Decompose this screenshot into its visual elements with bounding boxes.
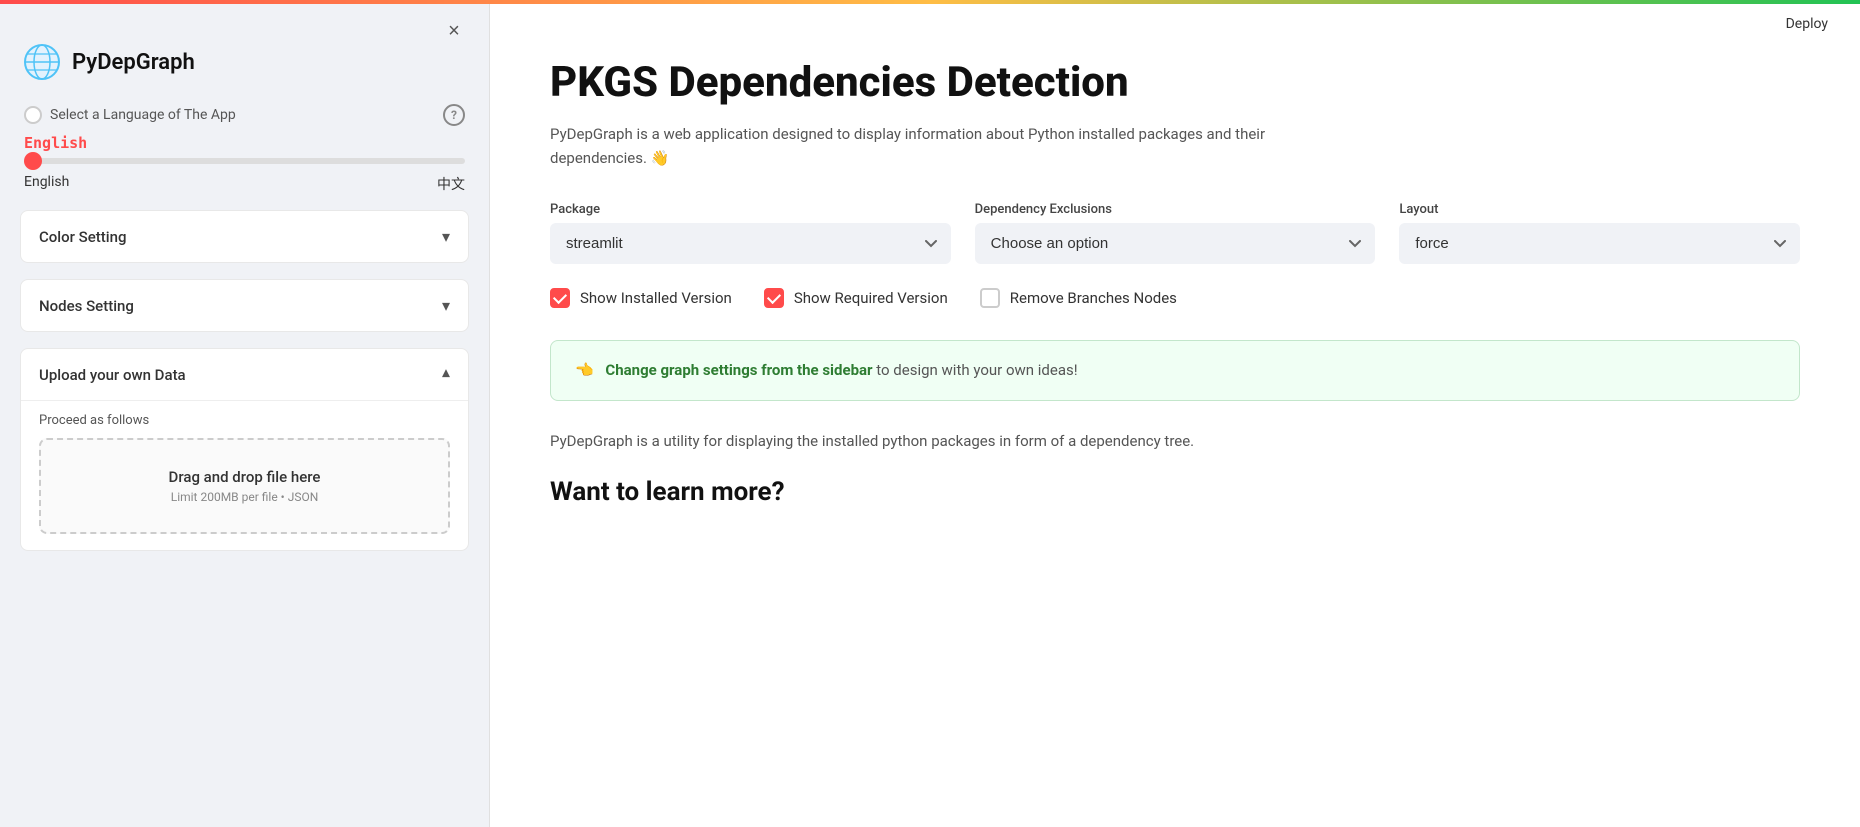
info-box-bold: Change graph settings from the sidebar bbox=[605, 361, 872, 379]
lang-option-english[interactable]: English bbox=[24, 174, 69, 194]
language-options-row: English 中文 bbox=[24, 174, 465, 194]
accordion-upload-data: Upload your own Data ▾ Proceed as follow… bbox=[20, 348, 469, 551]
accordion-color-setting-header[interactable]: Color Setting ▾ bbox=[21, 211, 468, 262]
language-slider-thumb[interactable] bbox=[24, 152, 42, 170]
lang-circle-icon bbox=[24, 106, 42, 124]
package-group: Package streamlit numpy pandas requests bbox=[550, 202, 951, 264]
exclusions-group: Dependency Exclusions Choose an option bbox=[975, 202, 1376, 264]
remove-branches-label: Remove Branches Nodes bbox=[1010, 289, 1177, 307]
upload-zone[interactable]: Drag and drop file here Limit 200MB per … bbox=[39, 438, 450, 534]
main-content: Deploy PKGS Dependencies Detection PyDep… bbox=[490, 0, 1860, 827]
accordion-upload-data-label: Upload your own Data bbox=[39, 366, 186, 384]
hand-emoji: 👈 bbox=[575, 361, 594, 379]
language-selected: English bbox=[24, 134, 465, 152]
lang-option-chinese[interactable]: 中文 bbox=[437, 174, 465, 194]
layout-group: Layout force cose grid circle bbox=[1399, 202, 1800, 264]
upload-title: Drag and drop file here bbox=[61, 468, 428, 486]
show-installed-checkbox-item[interactable]: Show Installed Version bbox=[550, 288, 732, 308]
layout-label: Layout bbox=[1399, 202, 1800, 217]
accordion-upload-data-header[interactable]: Upload your own Data ▾ bbox=[21, 349, 468, 400]
proceed-text: Proceed as follows bbox=[39, 413, 450, 428]
sidebar-header: PyDepGraph bbox=[0, 4, 489, 104]
globe-icon bbox=[24, 44, 60, 80]
main-subtitle: Want to learn more? bbox=[550, 477, 1800, 507]
accordion-nodes-setting-header[interactable]: Nodes Setting ▾ bbox=[21, 280, 468, 331]
main-body-text: PyDepGraph is a utility for displaying t… bbox=[550, 429, 1350, 453]
accordion-upload-data-body: Proceed as follows Drag and drop file he… bbox=[21, 400, 468, 550]
accordion-color-setting-label: Color Setting bbox=[39, 228, 126, 246]
form-row: Package streamlit numpy pandas requests … bbox=[550, 202, 1800, 264]
close-button[interactable]: × bbox=[439, 16, 469, 46]
package-label: Package bbox=[550, 202, 951, 217]
language-label-text: Select a Language of The App bbox=[50, 107, 236, 123]
sidebar-title: PyDepGraph bbox=[72, 50, 195, 75]
info-box: 👈 Change graph settings from the sidebar… bbox=[550, 340, 1800, 401]
accordion-nodes-setting-label: Nodes Setting bbox=[39, 297, 134, 315]
accordion-nodes-setting-chevron: ▾ bbox=[442, 296, 450, 315]
show-required-label: Show Required Version bbox=[794, 289, 948, 307]
upload-subtitle: Limit 200MB per file • JSON bbox=[61, 490, 428, 504]
show-required-checkbox[interactable] bbox=[764, 288, 784, 308]
checkboxes-row: Show Installed Version Show Required Ver… bbox=[550, 288, 1800, 308]
deploy-link[interactable]: Deploy bbox=[1786, 16, 1828, 32]
accordion-nodes-setting: Nodes Setting ▾ bbox=[20, 279, 469, 332]
language-slider-track[interactable] bbox=[24, 158, 465, 164]
info-box-rest: to design with your own ideas! bbox=[876, 361, 1077, 379]
sidebar: × PyDepGraph Select a Language of The Ap… bbox=[0, 0, 490, 827]
remove-branches-checkbox[interactable] bbox=[980, 288, 1000, 308]
main-description: PyDepGraph is a web application designed… bbox=[550, 122, 1310, 170]
help-icon[interactable]: ? bbox=[443, 104, 465, 126]
page-title: PKGS Dependencies Detection bbox=[550, 60, 1800, 106]
accordion-color-setting: Color Setting ▾ bbox=[20, 210, 469, 263]
language-label-row: Select a Language of The App ? bbox=[24, 104, 465, 126]
exclusions-label: Dependency Exclusions bbox=[975, 202, 1376, 217]
layout-select[interactable]: force cose grid circle bbox=[1399, 223, 1800, 264]
show-installed-checkbox[interactable] bbox=[550, 288, 570, 308]
accordion-upload-data-chevron: ▾ bbox=[442, 365, 450, 384]
accordion-color-setting-chevron: ▾ bbox=[442, 227, 450, 246]
remove-branches-checkbox-item[interactable]: Remove Branches Nodes bbox=[980, 288, 1177, 308]
exclusions-select[interactable]: Choose an option bbox=[975, 223, 1376, 264]
package-select[interactable]: streamlit numpy pandas requests bbox=[550, 223, 951, 264]
show-required-checkbox-item[interactable]: Show Required Version bbox=[764, 288, 948, 308]
sidebar-content: Select a Language of The App ? English E… bbox=[0, 104, 489, 827]
language-section: Select a Language of The App ? English E… bbox=[20, 104, 469, 194]
language-label: Select a Language of The App bbox=[24, 106, 236, 124]
show-installed-label: Show Installed Version bbox=[580, 289, 732, 307]
